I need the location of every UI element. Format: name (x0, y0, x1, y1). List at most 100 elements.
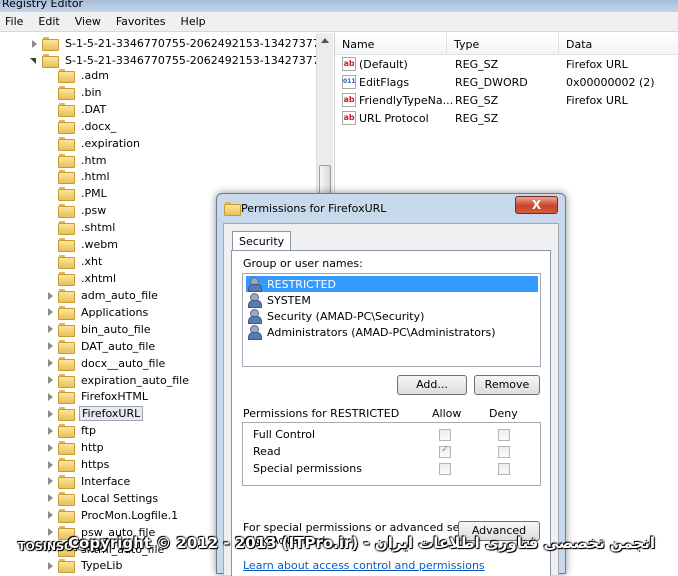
expand-icon[interactable] (46, 426, 54, 435)
value-name: URL Protocol (359, 112, 429, 125)
column-header-data[interactable]: Data (559, 33, 678, 55)
expand-icon[interactable] (46, 409, 54, 418)
expand-icon[interactable] (46, 528, 54, 537)
tree-item[interactable]: .html (46, 168, 112, 185)
tree-item[interactable]: .expiration (46, 135, 142, 152)
expand-icon[interactable] (46, 376, 54, 384)
permissions-list[interactable]: Full Control Read ✓ Special permissions (242, 422, 541, 486)
expand-icon[interactable] (46, 359, 54, 368)
tree-item[interactable]: FirefoxURL (46, 405, 144, 422)
tree-item[interactable]: .xhtml (46, 270, 118, 287)
tab-security[interactable]: Security (232, 231, 292, 251)
value-row[interactable]: ab URL Protocol REG_SZ (335, 110, 678, 128)
expand-icon[interactable] (46, 460, 54, 469)
allow-checkbox[interactable] (439, 463, 451, 475)
tree-item[interactable]: psw_auto_file (46, 524, 157, 541)
add-button[interactable]: Add... (397, 375, 467, 395)
tree-item[interactable]: shtml_auto_file (46, 541, 166, 558)
user-item-administrators[interactable]: Administrators (AMAD-PC\Administrators) (246, 324, 538, 340)
tree-item[interactable]: .shtml (46, 219, 117, 236)
tree-item-label: expiration_auto_file (81, 373, 189, 387)
advanced-button[interactable]: Advanced (458, 521, 540, 541)
tree-item[interactable]: .docx_ (46, 118, 118, 135)
expand-icon[interactable] (46, 443, 54, 452)
folder-icon (58, 491, 75, 506)
user-list[interactable]: RESTRICTED SYSTEM Security (AMAD-PC\Secu… (242, 273, 541, 367)
allow-checkbox[interactable] (439, 429, 451, 441)
folder-icon (58, 170, 75, 185)
permission-name: Special permissions (253, 462, 362, 475)
expand-icon[interactable] (46, 291, 54, 300)
column-header-type[interactable]: Type (447, 33, 559, 55)
scroll-up-icon[interactable] (321, 38, 329, 43)
user-name: Administrators (AMAD-PC\Administrators) (267, 325, 496, 339)
tree-item[interactable]: http (46, 439, 106, 456)
menu-file[interactable]: File (3, 15, 25, 28)
tree-item-label: .xht (81, 254, 103, 268)
permission-row: Read ✓ (253, 444, 533, 461)
tree-item[interactable]: docx__auto_file (46, 355, 167, 372)
tree-item[interactable]: Applications (46, 304, 150, 321)
deny-checkbox[interactable] (498, 446, 510, 458)
value-row[interactable]: ab FriendlyTypeNa... REG_SZ Firefox URL (335, 92, 678, 110)
tree-item[interactable]: .xht (46, 253, 104, 270)
tree-item[interactable]: .PML (46, 185, 109, 202)
menu-help[interactable]: Help (179, 15, 208, 28)
tree-item[interactable]: FirefoxHTML (46, 388, 150, 405)
tree-item[interactable]: .psw (46, 202, 108, 219)
tree-item[interactable]: Interface (46, 473, 132, 490)
deny-checkbox[interactable] (498, 463, 510, 475)
expand-icon[interactable] (46, 561, 54, 570)
tree-item[interactable]: bin_auto_file (46, 321, 153, 338)
column-header-name[interactable]: Name (335, 33, 447, 55)
tree-item[interactable]: expiration_auto_file (46, 372, 191, 389)
menu-view[interactable]: View (73, 15, 103, 28)
allow-checkbox[interactable]: ✓ (439, 444, 451, 458)
expand-icon[interactable] (46, 308, 54, 317)
expand-icon[interactable] (46, 342, 54, 351)
expand-icon[interactable] (46, 325, 54, 334)
expand-icon[interactable] (46, 494, 54, 503)
learn-more-link[interactable]: Learn about access control and permissio… (243, 559, 485, 572)
deny-label: Deny (489, 407, 518, 420)
tree-item[interactable]: https (46, 456, 111, 473)
string-value-icon: ab (342, 57, 356, 71)
expand-icon[interactable] (46, 545, 54, 553)
user-item-restricted[interactable]: RESTRICTED (246, 276, 538, 292)
expand-icon[interactable] (46, 511, 54, 520)
user-item-system[interactable]: SYSTEM (246, 292, 538, 308)
tree-item[interactable]: .DAT (46, 101, 108, 118)
tree-item[interactable]: adm_auto_file (46, 287, 160, 304)
users-group-icon (248, 277, 264, 292)
tree-item-sid[interactable]: S-1-5-21-3346770755-2062492153-134273774… (30, 35, 316, 52)
tree-item[interactable]: DAT_auto_file (46, 338, 157, 355)
expand-icon[interactable] (46, 392, 54, 401)
deny-checkbox[interactable] (498, 429, 510, 441)
tree-item[interactable]: .bin (46, 84, 104, 101)
tree-item-label: docx__auto_file (81, 356, 166, 370)
tree-item[interactable]: .htm (46, 152, 109, 169)
tree-item[interactable]: Local Settings (46, 490, 160, 507)
value-row[interactable]: 011 EditFlags REG_DWORD 0x00000002 (2) (335, 74, 678, 92)
tree-item[interactable]: ftp (46, 422, 98, 439)
users-group-icon (248, 325, 264, 340)
tree-item[interactable]: ProcMon.Logfile.1 (46, 507, 180, 524)
remove-button[interactable]: Remove (474, 375, 540, 395)
collapse-icon[interactable] (30, 57, 38, 65)
tree-item[interactable]: .adm (46, 67, 111, 84)
expand-icon[interactable] (46, 477, 54, 486)
folder-icon (58, 525, 75, 540)
folder-icon (58, 474, 75, 489)
menu-favorites[interactable]: Favorites (114, 15, 168, 28)
folder-icon (58, 542, 75, 557)
user-item-security[interactable]: Security (AMAD-PC\Security) (246, 308, 538, 324)
expand-icon[interactable] (30, 39, 38, 48)
tree-item[interactable]: .webm (46, 236, 120, 253)
value-row[interactable]: ab (Default) REG_SZ Firefox URL (335, 56, 678, 74)
tree-item-label: psw_auto_file (81, 525, 156, 539)
tree-item[interactable]: TypeLib (46, 557, 124, 574)
close-button[interactable]: X (515, 196, 558, 214)
menu-edit[interactable]: Edit (36, 15, 61, 28)
folder-icon (58, 238, 75, 252)
